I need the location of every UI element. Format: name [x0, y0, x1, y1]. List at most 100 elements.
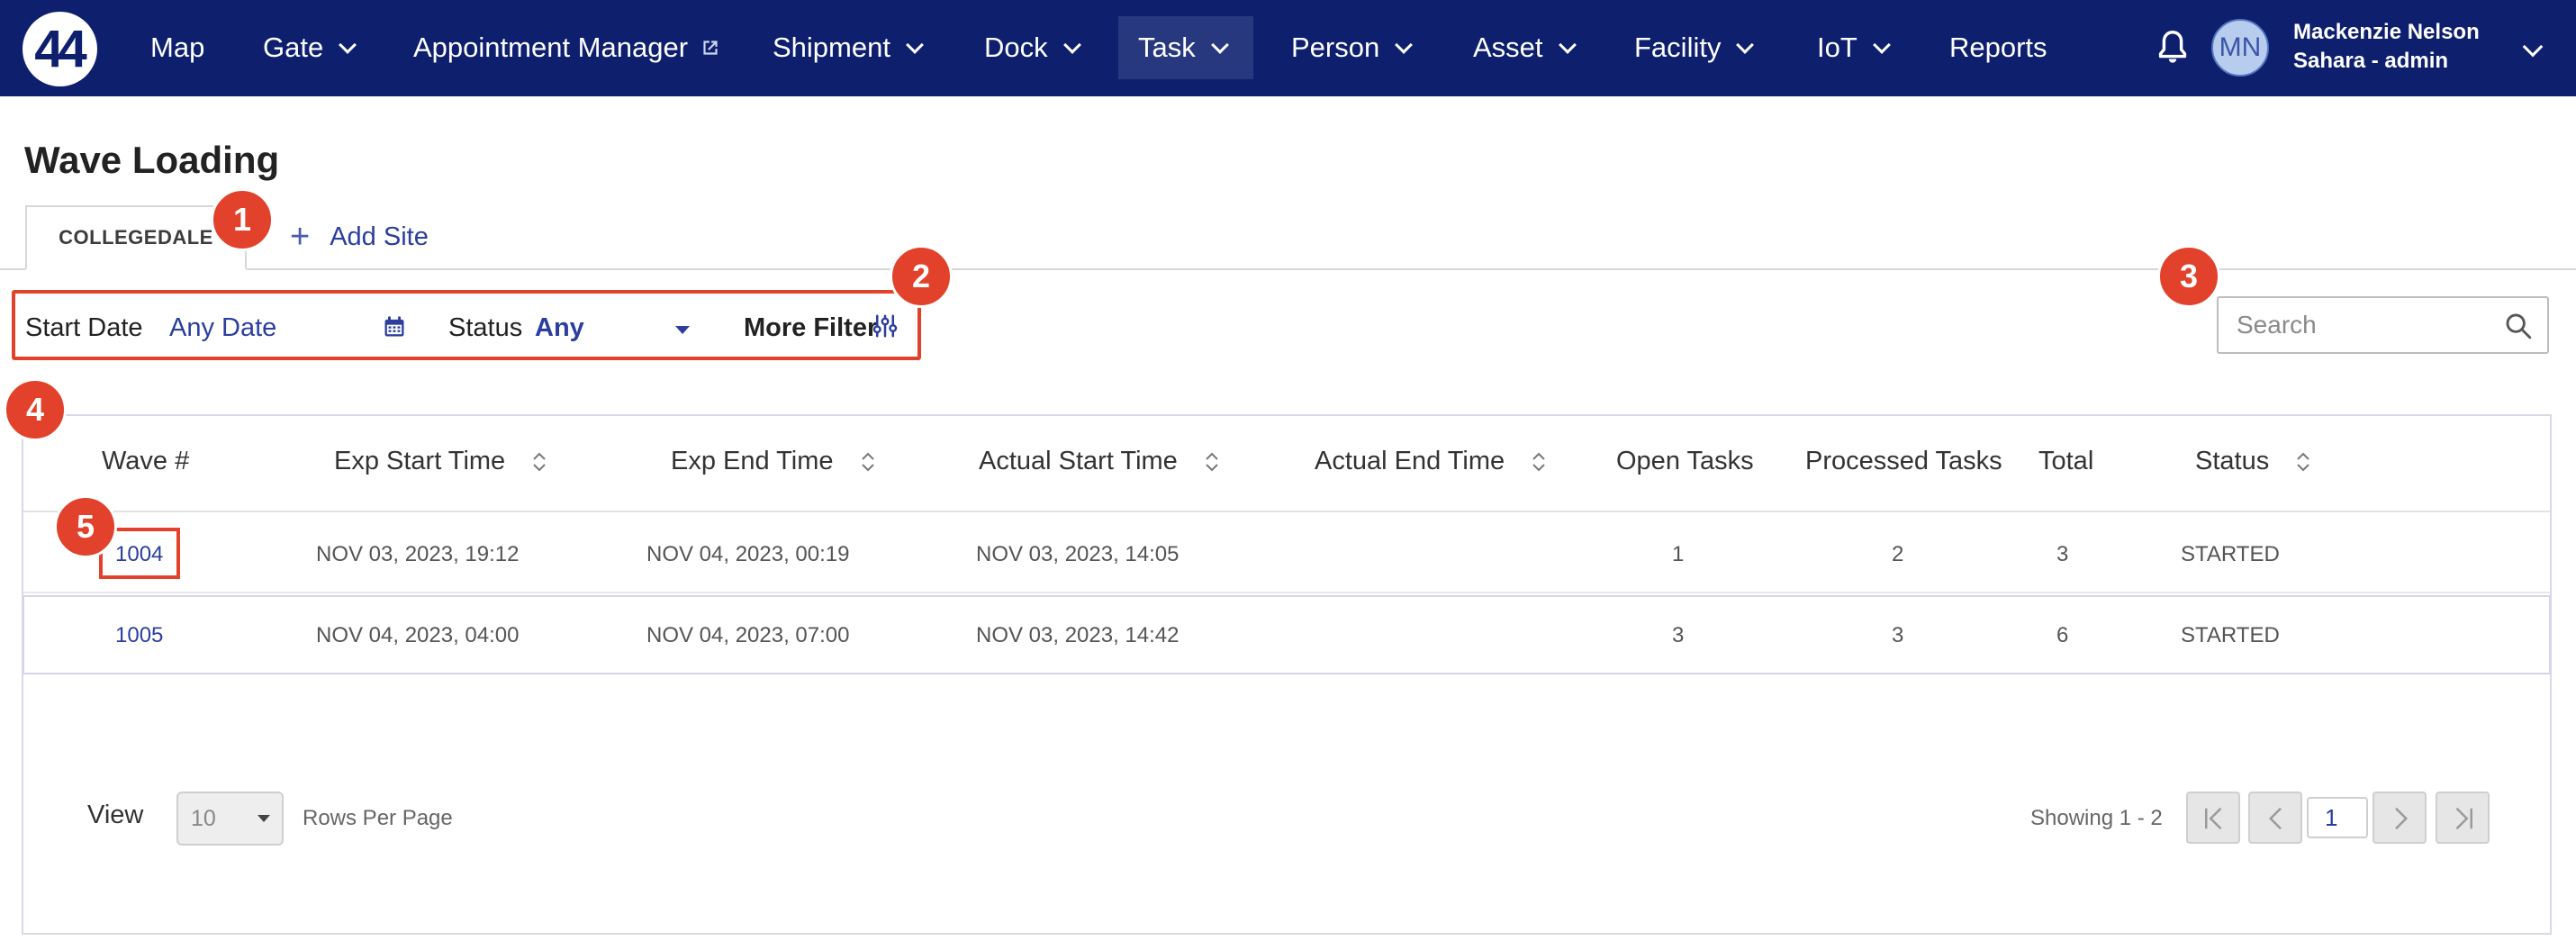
external-link-icon — [703, 41, 718, 55]
chevron-down-icon — [1558, 36, 1577, 54]
nav-item-reports[interactable]: Reports — [1930, 16, 2067, 79]
search-icon[interactable] — [2503, 311, 2534, 341]
nav-item-person[interactable]: Person — [1271, 16, 1430, 79]
col-header-total: Total — [2038, 447, 2093, 476]
avatar[interactable]: MN — [2211, 19, 2269, 77]
header-label: Open Tasks — [1616, 447, 1754, 475]
nav-item-iot[interactable]: IoT — [1797, 16, 1908, 79]
logo[interactable]: 44 — [23, 12, 97, 86]
page-title: Wave Loading — [24, 139, 280, 181]
caret-down-icon[interactable] — [675, 326, 690, 334]
start-date-value[interactable]: Any Date — [169, 313, 276, 343]
search-input[interactable] — [2237, 298, 2498, 352]
annotation-marker-4: 4 — [4, 378, 67, 441]
status-select-value[interactable]: Any — [535, 313, 584, 343]
previous-page-button[interactable] — [2248, 792, 2302, 844]
col-header-wave: Wave # — [102, 447, 189, 476]
wave-link-1005[interactable]: 1005 — [115, 623, 163, 648]
add-site-button[interactable]: + Add Site — [290, 220, 429, 254]
more-filter-button[interactable]: More Filter — [744, 313, 877, 343]
nav-label: Dock — [984, 32, 1048, 63]
cell-exp-start: NOV 04, 2023, 04:00 — [316, 623, 520, 647]
nav-label: Facility — [1634, 32, 1722, 63]
header-label: Actual Start Time — [979, 447, 1178, 475]
add-site-label: Add Site — [330, 222, 429, 251]
cell-total: 6 — [2056, 623, 2069, 647]
chevron-down-icon — [906, 36, 924, 54]
cell-status: STARTED — [2181, 542, 2280, 566]
nav-label: Task — [1138, 32, 1196, 63]
chevron-left-icon — [2268, 807, 2282, 830]
showing-count: Showing 1 - 2 — [2030, 806, 2163, 830]
chevron-down-icon[interactable] — [2522, 36, 2544, 58]
header-divider — [23, 511, 2550, 512]
next-page-button[interactable] — [2373, 792, 2427, 844]
nav-label: Asset — [1473, 32, 1543, 63]
wave-table — [22, 414, 2552, 935]
page-number-input[interactable] — [2307, 797, 2368, 838]
nav-label: Shipment — [773, 32, 890, 63]
sort-icon[interactable] — [859, 449, 877, 475]
chevron-down-icon — [1872, 36, 1891, 54]
cell-processed-tasks: 2 — [1892, 542, 1904, 566]
sliders-icon[interactable] — [872, 312, 899, 339]
annotation-marker-1: 1 — [211, 188, 274, 251]
chevron-down-icon — [1736, 36, 1755, 54]
sort-icon[interactable] — [530, 449, 548, 475]
nav-label: Reports — [1949, 32, 2047, 63]
nav-label: Appointment Manager — [413, 32, 689, 63]
nav-item-appointment-manager[interactable]: Appointment Manager — [393, 16, 742, 79]
sort-icon[interactable] — [2294, 449, 2312, 475]
view-label: View — [87, 801, 144, 829]
nav-item-facility[interactable]: Facility — [1614, 16, 1771, 79]
cell-open-tasks: 3 — [1672, 623, 1685, 647]
header-label: Actual End Time — [1315, 447, 1505, 475]
col-header-exp-end-time[interactable]: Exp End Time — [671, 447, 877, 476]
rows-per-page-label: Rows Per Page — [303, 806, 453, 830]
start-date-label: Start Date — [25, 313, 143, 342]
plus-icon: + — [290, 218, 311, 256]
status-label: Status — [448, 313, 523, 342]
nav-item-gate[interactable]: Gate — [243, 16, 374, 79]
annotation-marker-2: 2 — [890, 245, 953, 308]
sort-icon[interactable] — [1203, 449, 1221, 475]
avatar-initials: MN — [2219, 32, 2262, 62]
header-label: Processed Tasks — [1805, 447, 2002, 475]
chevron-right-icon — [2395, 807, 2409, 830]
cell-exp-start: NOV 03, 2023, 19:12 — [316, 542, 520, 566]
nav-item-task[interactable]: Task — [1118, 16, 1253, 79]
nav-item-shipment[interactable]: Shipment — [753, 16, 941, 79]
calendar-icon[interactable] — [382, 314, 407, 339]
header-label: Status — [2195, 447, 2270, 475]
nav-label: Map — [150, 32, 205, 63]
rows-per-page-value: 10 — [191, 805, 216, 831]
first-page-icon — [2205, 807, 2222, 830]
annotation-marker-5: 5 — [54, 495, 117, 558]
bell-icon[interactable] — [2152, 27, 2193, 68]
cell-exp-end: NOV 04, 2023, 07:00 — [646, 623, 850, 647]
nav-item-map[interactable]: Map — [131, 16, 224, 79]
cell-processed-tasks: 3 — [1892, 623, 1904, 647]
col-header-processed-tasks: Processed Tasks — [1805, 447, 2002, 476]
nav-label: Gate — [263, 32, 324, 63]
cell-status: STARTED — [2181, 623, 2280, 647]
col-header-exp-start-time[interactable]: Exp Start Time — [334, 447, 548, 476]
header-label: Exp Start Time — [334, 447, 506, 475]
last-page-button[interactable] — [2436, 792, 2490, 844]
sort-icon[interactable] — [1530, 449, 1548, 475]
col-header-actual-start-time[interactable]: Actual Start Time — [979, 447, 1221, 476]
cell-actual-start: NOV 03, 2023, 14:42 — [976, 623, 1180, 647]
chevron-down-icon — [1210, 36, 1229, 54]
nav-label: IoT — [1817, 32, 1857, 63]
rows-per-page-select[interactable]: 10 — [176, 792, 284, 846]
annotation-marker-3: 3 — [2157, 245, 2220, 308]
caret-down-icon — [258, 815, 270, 822]
user-name: Mackenzie Nelson — [2293, 20, 2480, 44]
col-header-status[interactable]: Status — [2195, 447, 2312, 476]
col-header-actual-end-time[interactable]: Actual End Time — [1315, 447, 1548, 476]
first-page-button[interactable] — [2186, 792, 2240, 844]
nav-item-asset[interactable]: Asset — [1453, 16, 1594, 79]
cell-exp-end: NOV 04, 2023, 00:19 — [646, 542, 850, 566]
nav-item-dock[interactable]: Dock — [964, 16, 1098, 79]
col-header-open-tasks: Open Tasks — [1616, 447, 1754, 476]
